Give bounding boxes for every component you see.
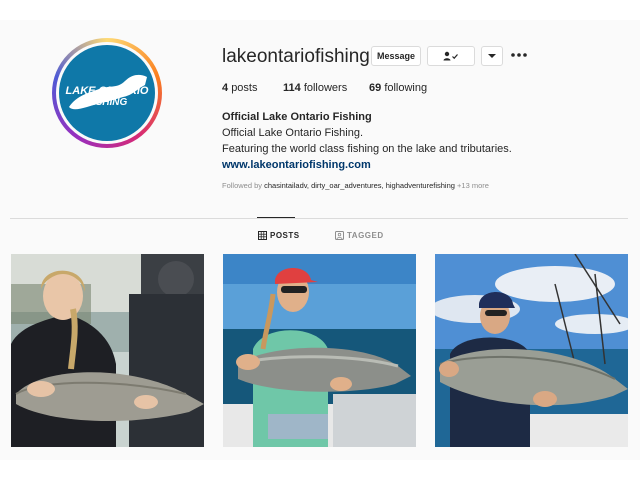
profile-avatar[interactable]: LAKE ONTARIO FISHING [52,38,162,148]
tag-icon [335,231,344,240]
following-count: 69 [369,82,382,94]
avatar-logo: LAKE ONTARIO FISHING [59,45,155,141]
profile-page: LAKE ONTARIO FISHING lakeontariofishing … [0,20,640,460]
active-tab-indicator [257,217,295,218]
chevron-down-icon [488,54,496,58]
following-label: following [384,82,428,94]
followers-count: 114 [283,82,301,94]
posts-count: 4 [222,82,229,94]
tab-tagged[interactable]: TAGGED [335,231,384,240]
logo-text-line1: LAKE ONTARIO [65,85,149,97]
tabs-divider [10,218,628,219]
bio-full-name: Official Lake Ontario Fishing [222,111,372,123]
grid-icon [258,231,267,240]
more-options-button[interactable] [511,48,527,64]
bio-line-2: Featuring the world class fishing on the… [222,143,512,155]
post-thumbnail[interactable] [223,254,416,447]
posts-label: posts [231,82,258,94]
suggested-accounts-button[interactable] [481,46,503,66]
profile-username: lakeontariofishing [222,46,370,67]
logo-text-line2: FISHING [86,97,128,108]
message-button[interactable]: Message [371,46,421,66]
following-button[interactable] [427,46,475,66]
photo-woman-with-salmon [223,254,416,447]
bio-line-1: Official Lake Ontario Fishing. [222,127,364,139]
tab-posts-label: POSTS [270,231,300,240]
photo-man-with-trout [435,254,628,447]
followers-link[interactable]: 114 followers [283,82,347,94]
post-thumbnail[interactable] [435,254,628,447]
photo-woman-with-trout [11,254,204,447]
bio-website-link[interactable]: www.lakeontariofishing.com [222,157,602,173]
followers-label: followers [303,82,348,94]
posts-stat: 4 posts [222,82,257,94]
post-thumbnail[interactable] [11,254,204,447]
tab-tagged-label: TAGGED [347,231,384,240]
person-check-icon [443,51,458,61]
following-link[interactable]: 69 following [369,82,427,94]
profile-bio: Official Lake Ontario Fishing Official L… [222,109,602,173]
more-dots-icon [511,53,527,57]
followed-by-prefix: Followed by [222,181,263,190]
followed-by-names: chasintailadv, dirty_oar_adventures, hig… [264,181,455,190]
followed-by[interactable]: Followed by chasintailadv, dirty_oar_adv… [222,181,489,190]
tab-posts[interactable]: POSTS [258,231,300,240]
followed-by-more: +13 more [457,181,489,190]
